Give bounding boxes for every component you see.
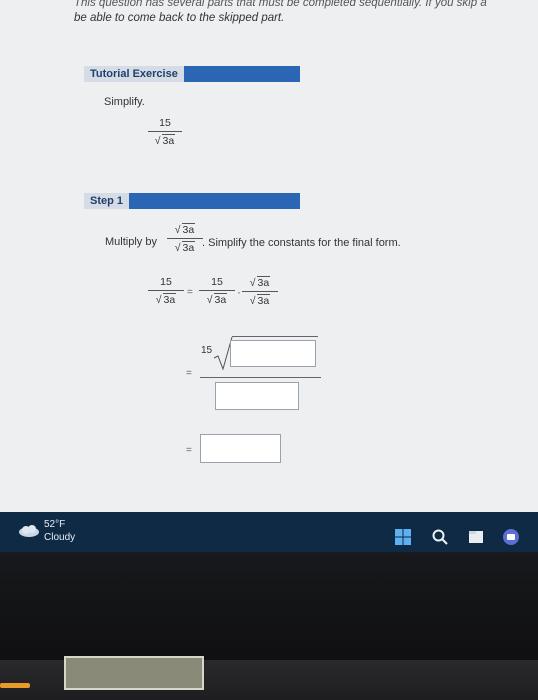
tutorial-exercise-header: Tutorial Exercise xyxy=(84,66,300,82)
multiplier-fraction: √ 3a √ 3a xyxy=(167,223,203,254)
teams-icon[interactable] xyxy=(502,528,520,546)
multiplier-numerator: √ 3a xyxy=(174,223,196,236)
line2-coefficient: 15 xyxy=(201,345,213,356)
weather-condition[interactable]: Cloudy xyxy=(44,532,75,543)
numerator-radicand-input[interactable] xyxy=(230,340,316,367)
line3-equals: = xyxy=(186,445,192,456)
line1-lhs-denominator: √ 3a xyxy=(148,290,184,306)
indicator-light xyxy=(0,683,30,688)
file-explorer-icon[interactable] xyxy=(467,528,485,546)
line1-equals: = xyxy=(187,287,193,298)
problem-denominator: √ 3a xyxy=(148,131,182,147)
line1-rhs-a-denominator: √ 3a xyxy=(199,290,235,306)
line1-rhs-a-radicand: 3a xyxy=(213,293,228,306)
problem-radicand: 3a xyxy=(161,134,176,147)
line1-lhs-fraction: 15 √ 3a xyxy=(148,276,184,306)
instruction-note: This question has several parts that mus… xyxy=(74,0,538,26)
simplify-constants-text: . Simplify the constants for the final f… xyxy=(202,237,401,249)
app-screen: This question has several parts that mus… xyxy=(0,0,538,512)
windows-start-icon[interactable] xyxy=(394,528,412,546)
weather-temperature[interactable]: 52°F xyxy=(44,519,65,530)
denominator-input[interactable] xyxy=(215,382,299,410)
tutorial-exercise-title: Tutorial Exercise xyxy=(84,66,184,82)
multiplier-num-radicand: 3a xyxy=(181,223,196,236)
line1-lhs-radicand: 3a xyxy=(162,293,177,306)
final-answer-input[interactable] xyxy=(200,434,281,463)
laptop-sticker xyxy=(64,656,204,690)
note-line-1: This question has several parts that mus… xyxy=(74,0,487,9)
line1-rhs-a-numerator: 15 xyxy=(211,276,223,288)
search-icon[interactable] xyxy=(431,528,449,546)
line2-fraction-bar xyxy=(200,377,321,378)
line1-dot: · xyxy=(237,285,241,299)
line2-equals: = xyxy=(186,368,192,379)
step-1-header: Step 1 xyxy=(84,193,300,209)
line1-rhs-b-denominator: √ 3a xyxy=(242,291,278,307)
windows-taskbar xyxy=(0,512,538,552)
line1-lhs-numerator: 15 xyxy=(160,276,172,288)
multiplier-denominator: √ 3a xyxy=(167,238,203,254)
cloud-icon xyxy=(19,525,39,537)
problem-numerator: 15 xyxy=(159,117,171,129)
note-line-2: be able to come back to the skipped part… xyxy=(74,12,285,24)
line1-rhs-b-num-radicand: 3a xyxy=(256,276,271,289)
problem-fraction: 15 √ 3a xyxy=(148,117,182,147)
step-1-title: Step 1 xyxy=(84,193,130,209)
radical-vinculum xyxy=(232,336,318,337)
line1-rhs-b-numerator: √ 3a xyxy=(249,276,271,289)
multiplier-den-radicand: 3a xyxy=(181,241,196,254)
simplify-label: Simplify. xyxy=(104,96,145,108)
line1-rhs-b-den-radicand: 3a xyxy=(256,294,271,307)
line1-rhs-a-fraction: 15 √ 3a xyxy=(199,276,235,306)
multiply-by-label: Multiply by xyxy=(105,236,157,248)
line1-rhs-b-fraction: √ 3a √ 3a xyxy=(242,276,278,307)
